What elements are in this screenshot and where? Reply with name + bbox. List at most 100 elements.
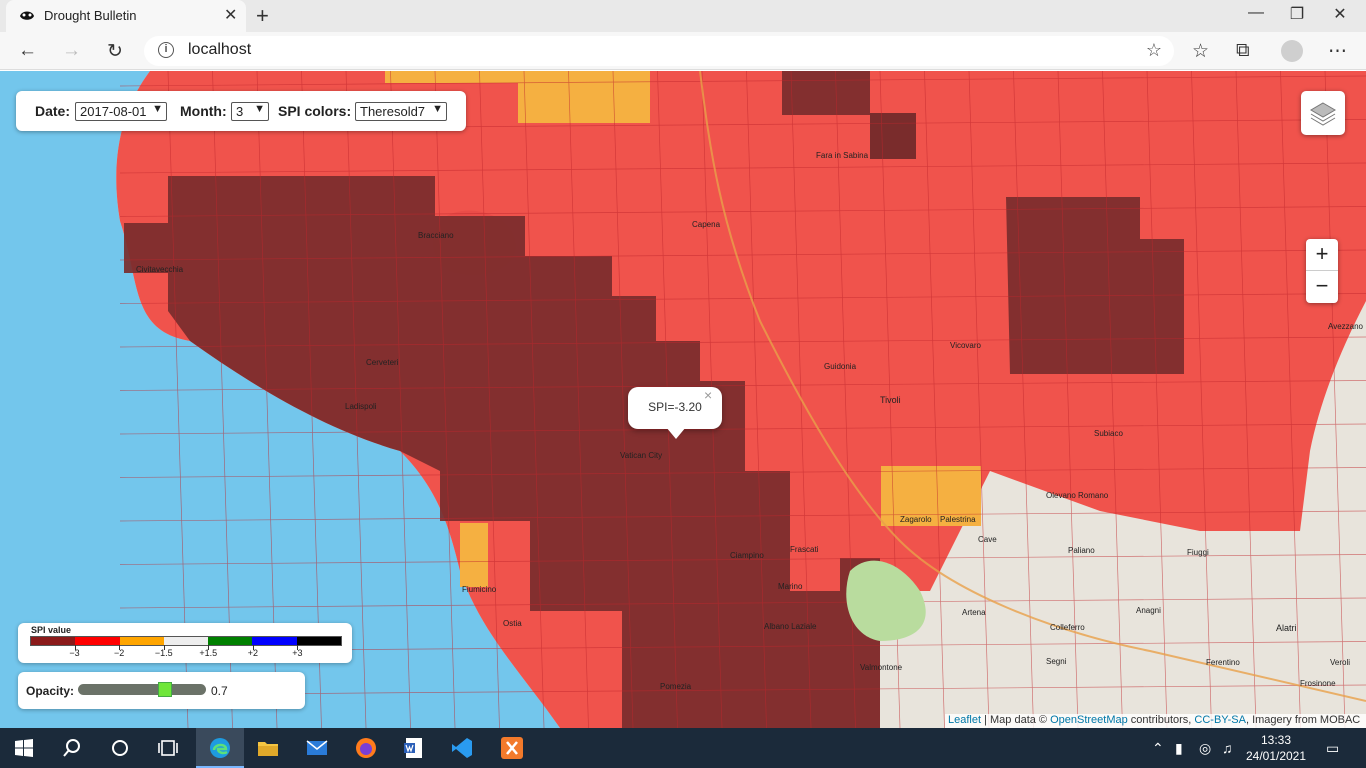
date-label: Date: — [35, 103, 71, 119]
spi-cell-orange — [460, 523, 488, 587]
opacity-control: Opacity: 0.7 — [18, 672, 305, 709]
spi-legend: SPI value −3 −2 −1.5 +1.5 +2 +3 — [18, 623, 352, 663]
legend-color-swatch — [31, 637, 76, 645]
profile-avatar[interactable] — [1281, 40, 1303, 62]
back-arrow-icon[interactable]: ← — [18, 40, 37, 62]
minimize-button[interactable]: — — [1236, 4, 1276, 22]
legend-color-swatch — [163, 637, 209, 645]
filter-panel: Date: 2017-08-01 ▼ Month: 3 ▼ SPI colors… — [16, 91, 466, 131]
place-label: Albano Laziale — [764, 622, 817, 631]
zoom-out-button[interactable]: − — [1306, 271, 1338, 303]
place-label: Fiuggi — [1187, 548, 1209, 557]
url-text[interactable]: localhost — [188, 41, 251, 59]
show-hidden-icons-icon[interactable]: ⌃ — [1152, 740, 1164, 757]
windows-start-icon[interactable] — [12, 736, 36, 760]
firefox-icon[interactable] — [354, 736, 378, 760]
tab-strip: Drought Bulletin ✕ + — ❐ ✕ — [0, 0, 1366, 32]
layers-control-button[interactable] — [1301, 91, 1345, 135]
legend-color-swatch — [296, 637, 341, 645]
edge-browser-icon[interactable] — [208, 736, 232, 760]
leaflet-link[interactable]: Leaflet — [948, 714, 981, 726]
date-select[interactable]: 2017-08-01 ▼ — [75, 102, 167, 121]
battery-icon[interactable]: ▮ — [1175, 740, 1183, 757]
taskbar: ⌃ ▮ ◎ ♫ 13:33 24/01/2021 ▭ — [0, 728, 1366, 768]
popup-close-button[interactable]: × — [704, 387, 712, 403]
file-explorer-icon[interactable] — [256, 736, 280, 760]
place-label: Ladispoli — [345, 402, 377, 411]
osm-link[interactable]: OpenStreetMap — [1050, 714, 1128, 726]
place-label: Guidonia — [824, 362, 857, 371]
legend-color-bar — [30, 636, 342, 646]
map-view[interactable]: Civitavecchia Tivoli Fiumicino Pomezia Z… — [0, 71, 1366, 728]
search-icon[interactable] — [60, 736, 84, 760]
license-link[interactable]: CC-BY-SA — [1194, 714, 1246, 726]
place-label: Cave — [978, 535, 997, 544]
volume-icon[interactable]: ♫ — [1222, 740, 1233, 756]
word-document-icon[interactable] — [402, 736, 426, 760]
month-select[interactable]: 3 ▼ — [231, 102, 269, 121]
cortana-icon[interactable] — [108, 736, 132, 760]
spi-colors-select[interactable]: Theresold7 ▼ — [355, 102, 447, 121]
place-label: Frosinone — [1300, 679, 1336, 688]
attribution-text: | Map data © — [981, 714, 1051, 726]
browser-tab[interactable]: Drought Bulletin ✕ — [6, 0, 246, 32]
place-label: Veroli — [1330, 658, 1351, 667]
place-label: Artena — [962, 608, 986, 617]
opacity-slider-thumb[interactable] — [157, 682, 172, 697]
layers-icon — [1310, 102, 1336, 126]
notifications-icon[interactable]: ▭ — [1326, 740, 1339, 757]
attribution-text: , Imagery from MOBAC — [1245, 714, 1361, 726]
app-favicon-icon — [20, 11, 34, 20]
legend-color-swatch — [75, 637, 120, 645]
site-info-icon[interactable]: i — [158, 42, 174, 58]
place-label: Pomezia — [660, 682, 692, 691]
place-label: Segni — [1046, 657, 1067, 666]
place-label: Avezzano — [1328, 322, 1363, 331]
spi-colors-select-value: Theresold7 — [360, 104, 426, 119]
place-label: Colleferro — [1050, 623, 1085, 632]
place-label: Subiaco — [1094, 429, 1123, 438]
place-label: Valmontone — [860, 663, 903, 672]
popup-tip — [666, 427, 686, 439]
restore-button[interactable]: ❐ — [1277, 4, 1317, 24]
spi-cell-orange — [385, 71, 518, 83]
place-label: Vatican City — [620, 451, 663, 460]
chevron-down-icon: ▼ — [432, 103, 443, 115]
new-tab-button[interactable]: + — [256, 3, 269, 29]
place-label: Zagarolo — [900, 515, 932, 524]
system-clock[interactable]: 13:33 24/01/2021 — [1240, 732, 1312, 764]
place-label: Ciampino — [730, 551, 764, 560]
task-view-icon[interactable] — [156, 736, 180, 760]
vscode-icon[interactable] — [450, 736, 474, 760]
chevron-down-icon: ▼ — [152, 103, 163, 115]
tab-close-icon[interactable]: ✕ — [224, 5, 237, 25]
place-label: Vicovaro — [950, 341, 981, 350]
tab-title: Drought Bulletin — [44, 8, 137, 23]
place-label: Cerveteri — [366, 358, 399, 367]
forward-arrow-icon[interactable]: → — [62, 40, 81, 62]
add-favorite-icon[interactable]: ☆ — [1146, 40, 1162, 61]
favorites-icon[interactable]: ☆ — [1192, 40, 1209, 63]
spi-colors-label: SPI colors: — [278, 103, 352, 119]
opacity-label: Opacity: — [26, 684, 75, 698]
wifi-icon[interactable]: ◎ — [1199, 740, 1211, 757]
legend-tick-label: +2 — [247, 648, 258, 658]
place-label: Bracciano — [418, 231, 454, 240]
refresh-icon[interactable]: ↻ — [107, 40, 123, 63]
collections-icon[interactable]: ⧉ — [1236, 40, 1250, 62]
clock-date: 24/01/2021 — [1245, 749, 1307, 763]
place-label: Capena — [692, 220, 721, 229]
opacity-slider[interactable] — [78, 682, 206, 697]
more-menu-icon[interactable]: ⋯ — [1328, 40, 1347, 63]
spi-cell-orange — [518, 71, 650, 123]
legend-tick-label: +1.5 — [199, 648, 218, 658]
xampp-icon[interactable] — [500, 736, 524, 760]
zoom-in-button[interactable]: + — [1306, 239, 1338, 271]
chevron-down-icon: ▼ — [254, 103, 265, 115]
attribution-text: contributors, — [1127, 714, 1195, 726]
address-bar[interactable]: i localhost ☆ — [144, 36, 1174, 66]
legend-tick-label: −3 — [69, 648, 80, 658]
close-window-button[interactable]: ✕ — [1320, 4, 1360, 24]
mail-icon[interactable] — [305, 736, 329, 760]
navigation-bar: ← → ↻ i localhost ☆ ☆ ⧉ ⋯ — [0, 32, 1366, 70]
